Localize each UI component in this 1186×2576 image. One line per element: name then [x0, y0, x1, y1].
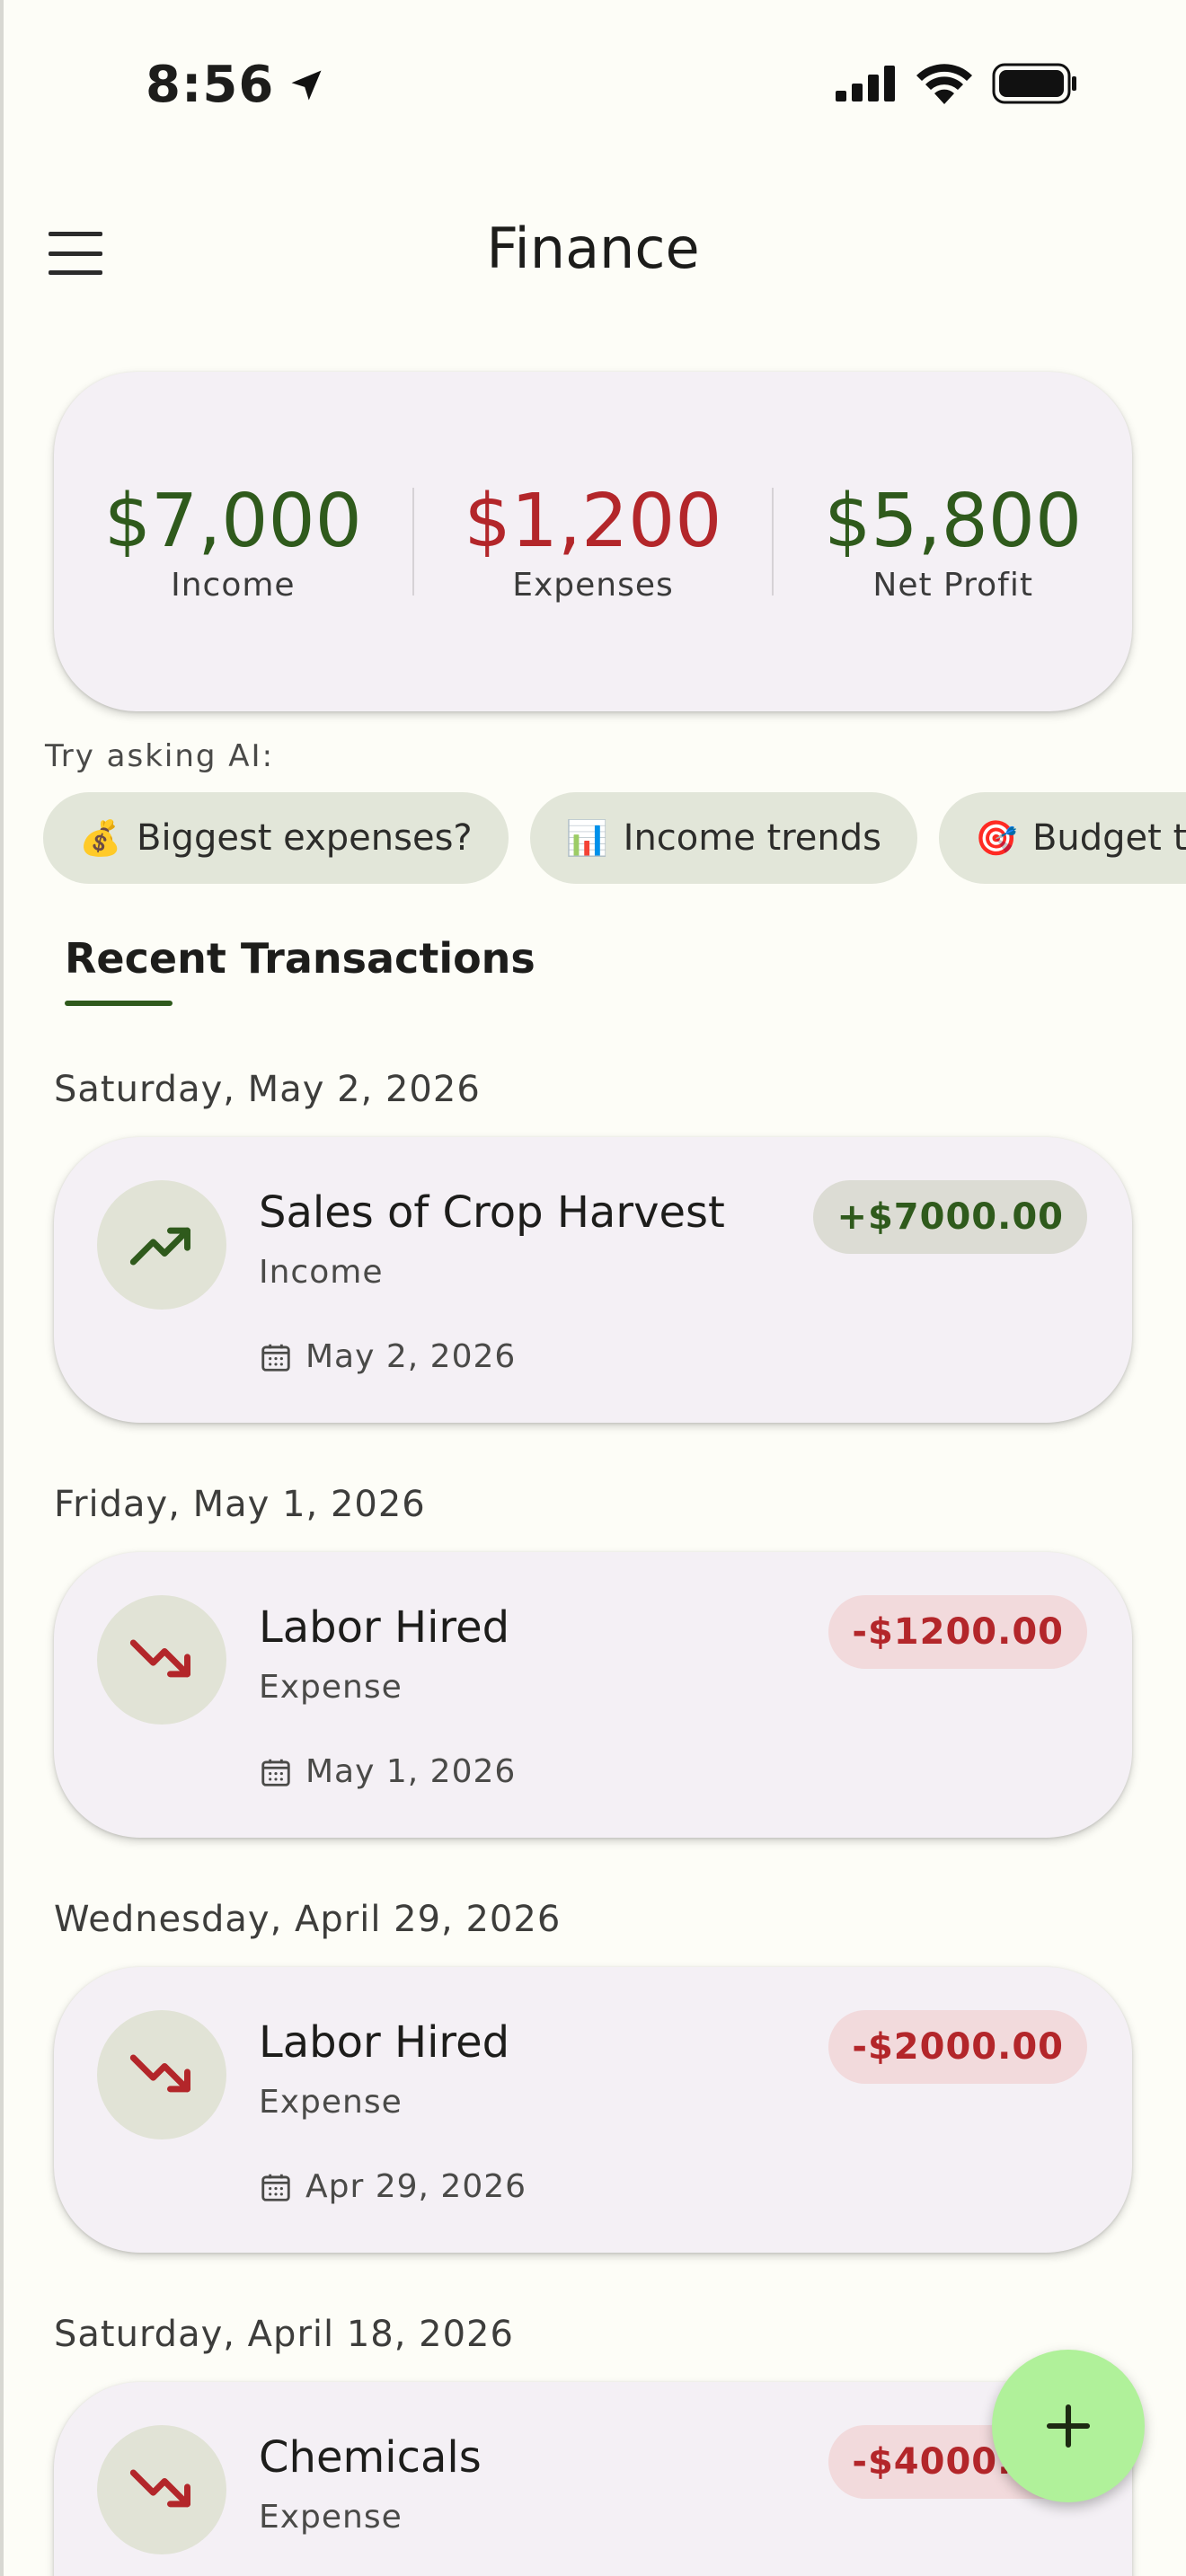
status-time-label: 8:56: [146, 56, 275, 114]
transaction-title: Chemicals: [259, 2432, 482, 2483]
transaction-date: May 1, 2026: [305, 1753, 517, 1790]
tab-recent-transactions[interactable]: Recent Transactions: [65, 934, 535, 983]
transaction-type: Income: [259, 1254, 384, 1291]
amount-badge: -$1200.00: [828, 1595, 1087, 1669]
battery-icon: [992, 63, 1076, 104]
calendar-icon: [261, 2174, 290, 2201]
expenses-value: $1,200: [464, 478, 722, 564]
transaction-date: Apr 29, 2026: [305, 2168, 527, 2205]
status-icons: [836, 63, 1078, 104]
transaction-card[interactable]: Chemicals Expense -$4000.00: [54, 2382, 1132, 2576]
net-profit-label: Net Profit: [872, 566, 1033, 604]
expenses-summary: $1,200 Expenses: [414, 478, 773, 604]
add-transaction-button[interactable]: [992, 2350, 1145, 2502]
calendar-icon: [261, 1759, 290, 1786]
chip-label: Budget tips: [1031, 817, 1186, 859]
money-bag-icon: 💰: [79, 817, 122, 858]
income-summary: $7,000 Income: [54, 478, 412, 604]
date-header: Wednesday, April 29, 2026: [54, 1899, 562, 1940]
cellular-signal-icon: [836, 66, 895, 101]
transaction-type: Expense: [259, 2499, 403, 2536]
transaction-card[interactable]: Labor Hired Expense Apr 29, 2026 -$2000.…: [54, 1967, 1132, 2253]
date-header: Saturday, May 2, 2026: [54, 1069, 481, 1110]
chip-biggest-expenses[interactable]: 💰 Biggest expenses?: [43, 792, 509, 884]
trending-down-icon: [97, 2010, 226, 2139]
ai-prompt-label: Try asking AI:: [45, 738, 275, 774]
status-time: 8:56: [146, 56, 326, 114]
net-profit-summary: $5,800 Net Profit: [774, 478, 1132, 604]
transaction-date-row: Apr 29, 2026: [259, 2168, 527, 2205]
transaction-type: Expense: [259, 2084, 403, 2121]
summary-card: $7,000 Income $1,200 Expenses $5,800 Net…: [54, 372, 1132, 711]
wifi-icon: [916, 64, 972, 104]
income-value: $7,000: [103, 478, 362, 564]
transaction-card[interactable]: Sales of Crop Harvest Income May 2, 2026…: [54, 1137, 1132, 1423]
transaction-title: Labor Hired: [259, 2017, 510, 2068]
left-edge-divider: [0, 0, 4, 2576]
transaction-date: May 2, 2026: [305, 1338, 517, 1375]
transaction-title: Labor Hired: [259, 1602, 510, 1653]
tab-indicator: [65, 1001, 173, 1006]
finance-screen: 8:56 Finance $7,000 Income $1,200 Expens…: [0, 0, 1186, 2576]
expenses-label: Expenses: [512, 566, 674, 604]
chip-income-trends[interactable]: 📊 Income trends: [529, 792, 917, 884]
chip-budget-tips[interactable]: 🎯 Budget tips: [938, 792, 1186, 884]
date-header: Saturday, April 18, 2026: [54, 2314, 514, 2355]
trending-up-icon: [97, 1180, 226, 1310]
transaction-card[interactable]: Labor Hired Expense May 1, 2026 -$1200.0…: [54, 1552, 1132, 1838]
transaction-title: Sales of Crop Harvest: [259, 1187, 725, 1238]
trending-down-icon: [97, 2425, 226, 2554]
chip-label: Biggest expenses?: [137, 817, 473, 859]
net-profit-value: $5,800: [824, 478, 1083, 564]
trending-down-icon: [97, 1595, 226, 1725]
transaction-type: Expense: [259, 1669, 403, 1706]
transaction-date-row: May 2, 2026: [259, 1338, 516, 1375]
income-label: Income: [171, 566, 296, 604]
ai-suggestion-chips: 💰 Biggest expenses? 📊 Income trends 🎯 Bu…: [43, 792, 1186, 884]
bar-chart-icon: 📊: [565, 817, 608, 858]
plus-icon: [1046, 2404, 1091, 2448]
target-icon: 🎯: [974, 817, 1018, 858]
transaction-date-row: May 1, 2026: [259, 1753, 516, 1790]
page-title: Finance: [486, 216, 700, 281]
date-header: Friday, May 1, 2026: [54, 1484, 426, 1525]
chip-label: Income trends: [623, 817, 881, 859]
calendar-icon: [261, 1344, 290, 1372]
location-arrow-icon: [291, 70, 322, 100]
amount-badge: +$7000.00: [813, 1180, 1087, 1254]
amount-badge: -$2000.00: [828, 2010, 1087, 2084]
